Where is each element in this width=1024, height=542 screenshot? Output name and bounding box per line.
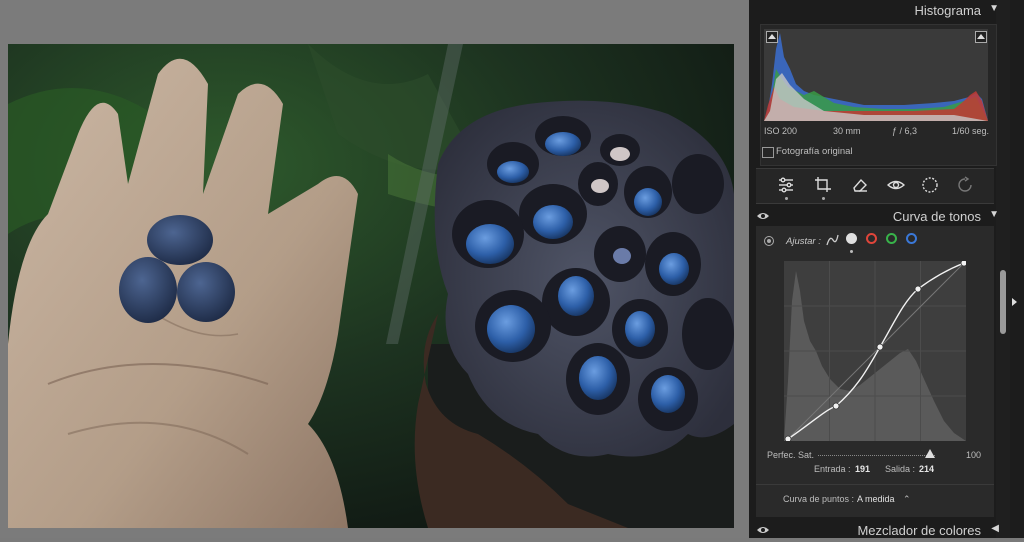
channel-rgb-icon[interactable]	[846, 233, 857, 244]
select-arrows-icon[interactable]: ⌃	[903, 494, 911, 505]
color-mixer-title: Mezclador de colores	[857, 523, 981, 538]
scrollbar-thumb[interactable]	[1000, 270, 1006, 334]
expand-triangle-icon[interactable]: ◀	[991, 523, 999, 534]
tone-curve-svg	[784, 259, 968, 443]
histogram-graph	[764, 29, 988, 121]
scrollbar-track[interactable]	[996, 0, 1010, 538]
original-photo-label: Fotografía original	[776, 146, 853, 157]
input-label: Entrada :	[814, 464, 851, 474]
collapse-triangle-icon[interactable]: ▼	[989, 209, 999, 220]
history-icon[interactable]	[956, 176, 974, 194]
focal-length-value: 30 mm	[833, 126, 861, 136]
selected-channel-dot	[850, 250, 853, 253]
visibility-eye-icon[interactable]	[757, 524, 769, 536]
channel-blue-icon[interactable]	[906, 233, 917, 244]
photo-preview[interactable]	[8, 44, 734, 528]
shadow-clipping-icon[interactable]	[766, 31, 778, 43]
iso-value: ISO 200	[764, 126, 798, 136]
mask-icon[interactable]	[921, 176, 939, 194]
targeted-adjustment-icon[interactable]	[764, 236, 774, 246]
refine-saturation-label: Perfec. Sat.	[767, 450, 815, 460]
tool-strip	[756, 168, 994, 204]
point-curve-label: Curva de puntos :	[783, 494, 855, 504]
shutter-value: 1/60 seg.	[952, 126, 990, 136]
eraser-icon[interactable]	[851, 176, 869, 194]
red-eye-icon[interactable]	[886, 176, 906, 194]
histogram-svg	[764, 33, 988, 121]
crop-dot	[822, 197, 825, 200]
photo-canvas	[0, 0, 749, 538]
point-curve-select[interactable]: A medida	[857, 494, 895, 504]
active-tool-dot	[785, 197, 788, 200]
output-label: Salida :	[885, 464, 916, 474]
refine-saturation-value[interactable]: 100	[966, 450, 981, 460]
channel-green-icon[interactable]	[886, 233, 897, 244]
input-value: 191	[855, 464, 871, 474]
histogram-title: Histograma	[914, 3, 981, 18]
tone-curve-title: Curva de tonos	[892, 209, 981, 224]
collapse-triangle-icon[interactable]: ▼	[989, 3, 999, 14]
refine-saturation-slider[interactable]	[818, 455, 935, 458]
highlight-clipping-icon[interactable]	[975, 31, 987, 43]
visibility-eye-icon[interactable]	[757, 210, 769, 222]
histogram-header[interactable]: Histograma ▼	[755, 0, 1003, 22]
output-value: 214	[919, 464, 935, 474]
channel-red-icon[interactable]	[866, 233, 877, 244]
tone-curve-header[interactable]: Curva de tonos ▼	[755, 206, 1003, 228]
adjust-label: Ajustar :	[786, 236, 821, 247]
crop-icon[interactable]	[814, 176, 832, 194]
aperture-value: ƒ / 6,3	[892, 126, 918, 136]
panel-collapse-arrow-icon[interactable]	[1012, 298, 1017, 306]
refine-saturation-thumb[interactable]	[925, 449, 935, 458]
photo-image	[8, 44, 734, 528]
tone-curve-graph[interactable]	[784, 259, 968, 443]
parametric-curve-icon[interactable]	[826, 234, 839, 246]
sliders-icon[interactable]	[777, 176, 795, 194]
color-mixer-header[interactable]: Mezclador de colores ◀	[755, 520, 1003, 542]
original-photo-checkbox[interactable]	[762, 147, 774, 158]
